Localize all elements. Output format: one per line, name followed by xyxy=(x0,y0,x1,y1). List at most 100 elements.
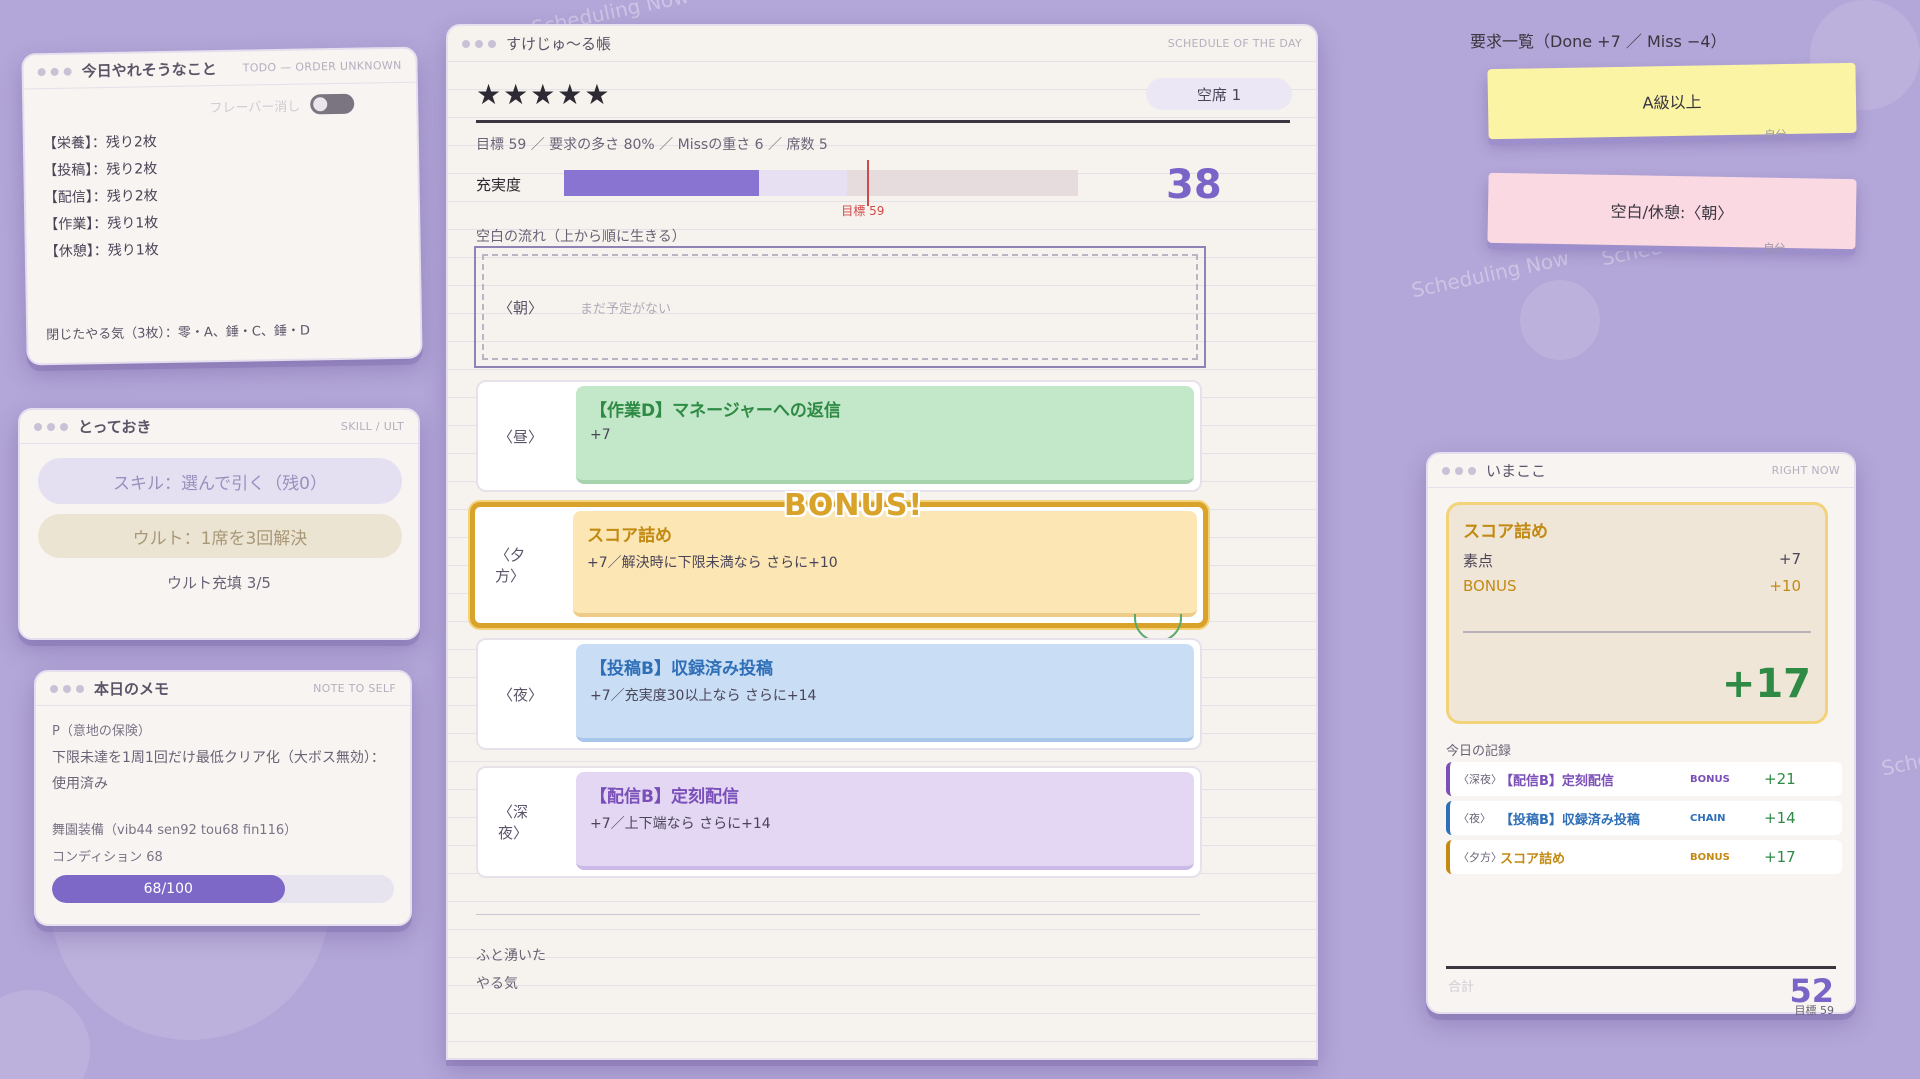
requests-title: 要求一覧（Done +7 ／ Miss −4） xyxy=(1470,32,1727,51)
base-value: +7 xyxy=(1778,550,1801,568)
rank-stars: ★★★★★ xyxy=(476,78,612,111)
window-subtitle: NOTE TO SELF xyxy=(313,682,396,695)
window-dots xyxy=(50,684,84,693)
closed-motivation: 閉じたやる気（3枚）：零・A、錘・C、錘・D xyxy=(46,323,311,344)
schedule-notebook: すけじゅ〜る帳 SCHEDULE OF THE DAY ★★★★★ 空席 1 目… xyxy=(446,24,1318,1060)
slot-time: 〈深夜〉 xyxy=(498,803,529,842)
log-value: +14 xyxy=(1764,809,1796,827)
flow-label: 空白の流れ（上から順に生きる） xyxy=(476,229,686,245)
log-row: 〈深夜〉 【配信B】定刻配信 BONUS +21 xyxy=(1446,762,1842,796)
window-subtitle: SKILL / ULT xyxy=(340,420,404,433)
bg-circle xyxy=(0,990,90,1079)
window-title: とっておき xyxy=(78,418,152,436)
ult-button[interactable]: ウルト：1席を3回解決 xyxy=(38,514,402,558)
window-dots xyxy=(37,67,72,76)
slot-time: 〈昼〉 xyxy=(498,427,544,446)
bg-watermark: Scheduling Now xyxy=(1879,724,1920,781)
fulfillment-preview xyxy=(759,170,847,196)
window-dots xyxy=(462,39,496,48)
card-title: 【投稿B】収録済み投稿 xyxy=(590,659,773,679)
window-title: 今日やれそうなこと xyxy=(81,60,217,81)
flavor-toggle[interactable] xyxy=(310,93,355,115)
divider xyxy=(1463,631,1811,633)
whim-motivation: ふと湧いた やる気 xyxy=(476,942,546,998)
log-row: 〈夜〉 【投稿B】収録済み投稿 CHAIN +14 xyxy=(1446,801,1842,835)
toggle-label: フレーバー消し xyxy=(209,99,301,116)
window-title: いまここ xyxy=(1486,462,1547,480)
log-tag: BONUS xyxy=(1690,851,1730,863)
window-title: 本日のメモ xyxy=(94,680,170,698)
slot-time: 〈夜〉 xyxy=(498,685,544,704)
schedule-card[interactable]: 【配信B】定刻配信 +7／上下端なら さらに+14 xyxy=(576,772,1194,870)
skill-button[interactable]: スキル：選んで引く（残0） xyxy=(38,458,402,504)
window-dots xyxy=(1442,466,1476,475)
memo-body: P（意地の保険） 下限未達を1周1回だけ最低クリア化（大ボス無効）：使用済み 舞… xyxy=(36,706,410,915)
log-name: 【投稿B】収録済み投稿 xyxy=(1500,812,1640,828)
log-name: 【配信B】定刻配信 xyxy=(1500,773,1614,789)
sum-goal: 目標 59 xyxy=(1794,1004,1835,1017)
window-header: すけじゅ〜る帳 SCHEDULE OF THE DAY xyxy=(448,26,1316,62)
request-label: 空白/休憩:〈朝〉 xyxy=(1610,201,1734,224)
card-title: 【配信B】定刻配信 xyxy=(590,787,739,807)
window-dots xyxy=(34,422,68,431)
log-time: 〈夕方〉 xyxy=(1458,851,1502,864)
header-rule xyxy=(476,120,1290,123)
memo-window: 本日のメモ NOTE TO SELF P（意地の保険） 下限未達を1周1回だけ最… xyxy=(34,670,412,926)
slot-time: 〈朝〉 xyxy=(498,298,544,317)
current-card-name: スコア詰め xyxy=(1463,522,1548,542)
slot-empty-text: まだ予定がない xyxy=(580,301,672,317)
current-score: 38 xyxy=(1166,162,1222,208)
bonus-banner: BONUS! xyxy=(784,488,924,523)
seat-badge: 空席 1 xyxy=(1146,78,1292,110)
ult-charge: ウルト充填 3/5 xyxy=(167,574,271,592)
card-desc: +7／上下端なら さらに+14 xyxy=(590,816,771,832)
bonus-label: BONUS xyxy=(1463,577,1517,595)
card-desc: +7／充実度30以上なら さらに+14 xyxy=(590,688,817,704)
memo-line: 下限未達を1周1回だけ最低クリア化（大ボス無効）：使用済み xyxy=(52,750,385,792)
goal-label: 目標 59 xyxy=(841,204,885,218)
todo-list: 【栄養】：残り2枚 【投稿】：残り2枚 【配信】：残り2枚 【作業】：残り1枚 … xyxy=(25,119,420,273)
request-card[interactable]: 空白/休憩:〈朝〉 —— 自分 xyxy=(1487,172,1857,255)
stage-equipment: 舞園装備（vib44 sen92 tou68 fin116） xyxy=(52,823,298,838)
window-header: 本日のメモ NOTE TO SELF xyxy=(36,672,410,706)
schedule-card[interactable]: 【投稿B】収録済み投稿 +7／充実度30以上なら さらに+14 xyxy=(576,644,1194,742)
window-header: とっておき SKILL / ULT xyxy=(20,410,418,444)
condition-label: コンディション 68 xyxy=(52,850,163,865)
window-header: いまここ RIGHT NOW xyxy=(1428,454,1854,488)
schedule-card[interactable]: 【作業D】マネージャーへの返信 +7 xyxy=(576,386,1194,484)
request-card[interactable]: A級以上 —— 自分 xyxy=(1487,62,1857,142)
card-desc: +7 xyxy=(590,427,611,443)
window-title: すけじゅ〜る帳 xyxy=(506,35,612,53)
window-subtitle: SCHEDULE OF THE DAY xyxy=(1167,37,1302,50)
bonus-row: BONUS +10 xyxy=(1463,577,1811,595)
slot-morning-empty[interactable]: 〈朝〉 まだ予定がない xyxy=(474,246,1206,368)
slot-night[interactable]: 〈夜〉 【投稿B】収録済み投稿 +7／充実度30以上なら さらに+14 xyxy=(476,638,1202,750)
window-subtitle: TODO — ORDER UNKNOWN xyxy=(242,58,402,75)
log-tag: CHAIN xyxy=(1690,812,1726,824)
schedule-card[interactable]: スコア詰め +7／解決時に下限未満なら さらに+10 xyxy=(573,511,1197,617)
current-card-panel: スコア詰め 素点 +7 BONUS +10 +17 xyxy=(1446,502,1828,724)
fulfillment-label: 充実度 xyxy=(476,176,522,194)
goal-marker xyxy=(867,160,870,206)
slot-noon[interactable]: 〈昼〉 【作業D】マネージャーへの返信 +7 xyxy=(476,380,1202,492)
base-label: 素点 xyxy=(1463,552,1494,570)
drop-zone[interactable]: 〈朝〉 まだ予定がない xyxy=(482,254,1198,360)
request-source: —— 自分 xyxy=(1738,128,1787,142)
slot-late-night[interactable]: 〈深夜〉 【配信B】定刻配信 +7／上下端なら さらに+14 xyxy=(476,766,1202,878)
skill-window: とっておき SKILL / ULT スキル：選んで引く（残0） ウルト：1席を3… xyxy=(18,408,420,640)
slot-time: 〈夕方〉 xyxy=(495,546,526,585)
whim-line: ふと湧いた xyxy=(476,948,546,964)
log-tag: BONUS xyxy=(1690,773,1730,785)
fulfillment-bar xyxy=(564,160,1078,206)
card-title: 【作業D】マネージャーへの返信 xyxy=(590,401,841,421)
current-total: +17 xyxy=(1721,661,1811,707)
sum-rule xyxy=(1446,966,1836,969)
window-subtitle: RIGHT NOW xyxy=(1771,464,1840,477)
base-score-row: 素点 +7 xyxy=(1463,550,1811,571)
log-row: 〈夕方〉 スコア詰め BONUS +17 xyxy=(1446,840,1842,874)
log-value: +17 xyxy=(1764,848,1796,866)
sum-label: 合計 xyxy=(1448,980,1475,995)
whim-line: やる気 xyxy=(476,976,518,992)
right-now-window: いまここ RIGHT NOW スコア詰め 素点 +7 BONUS +10 +17… xyxy=(1426,452,1856,1017)
condition-bar: 68/100 xyxy=(52,875,394,903)
